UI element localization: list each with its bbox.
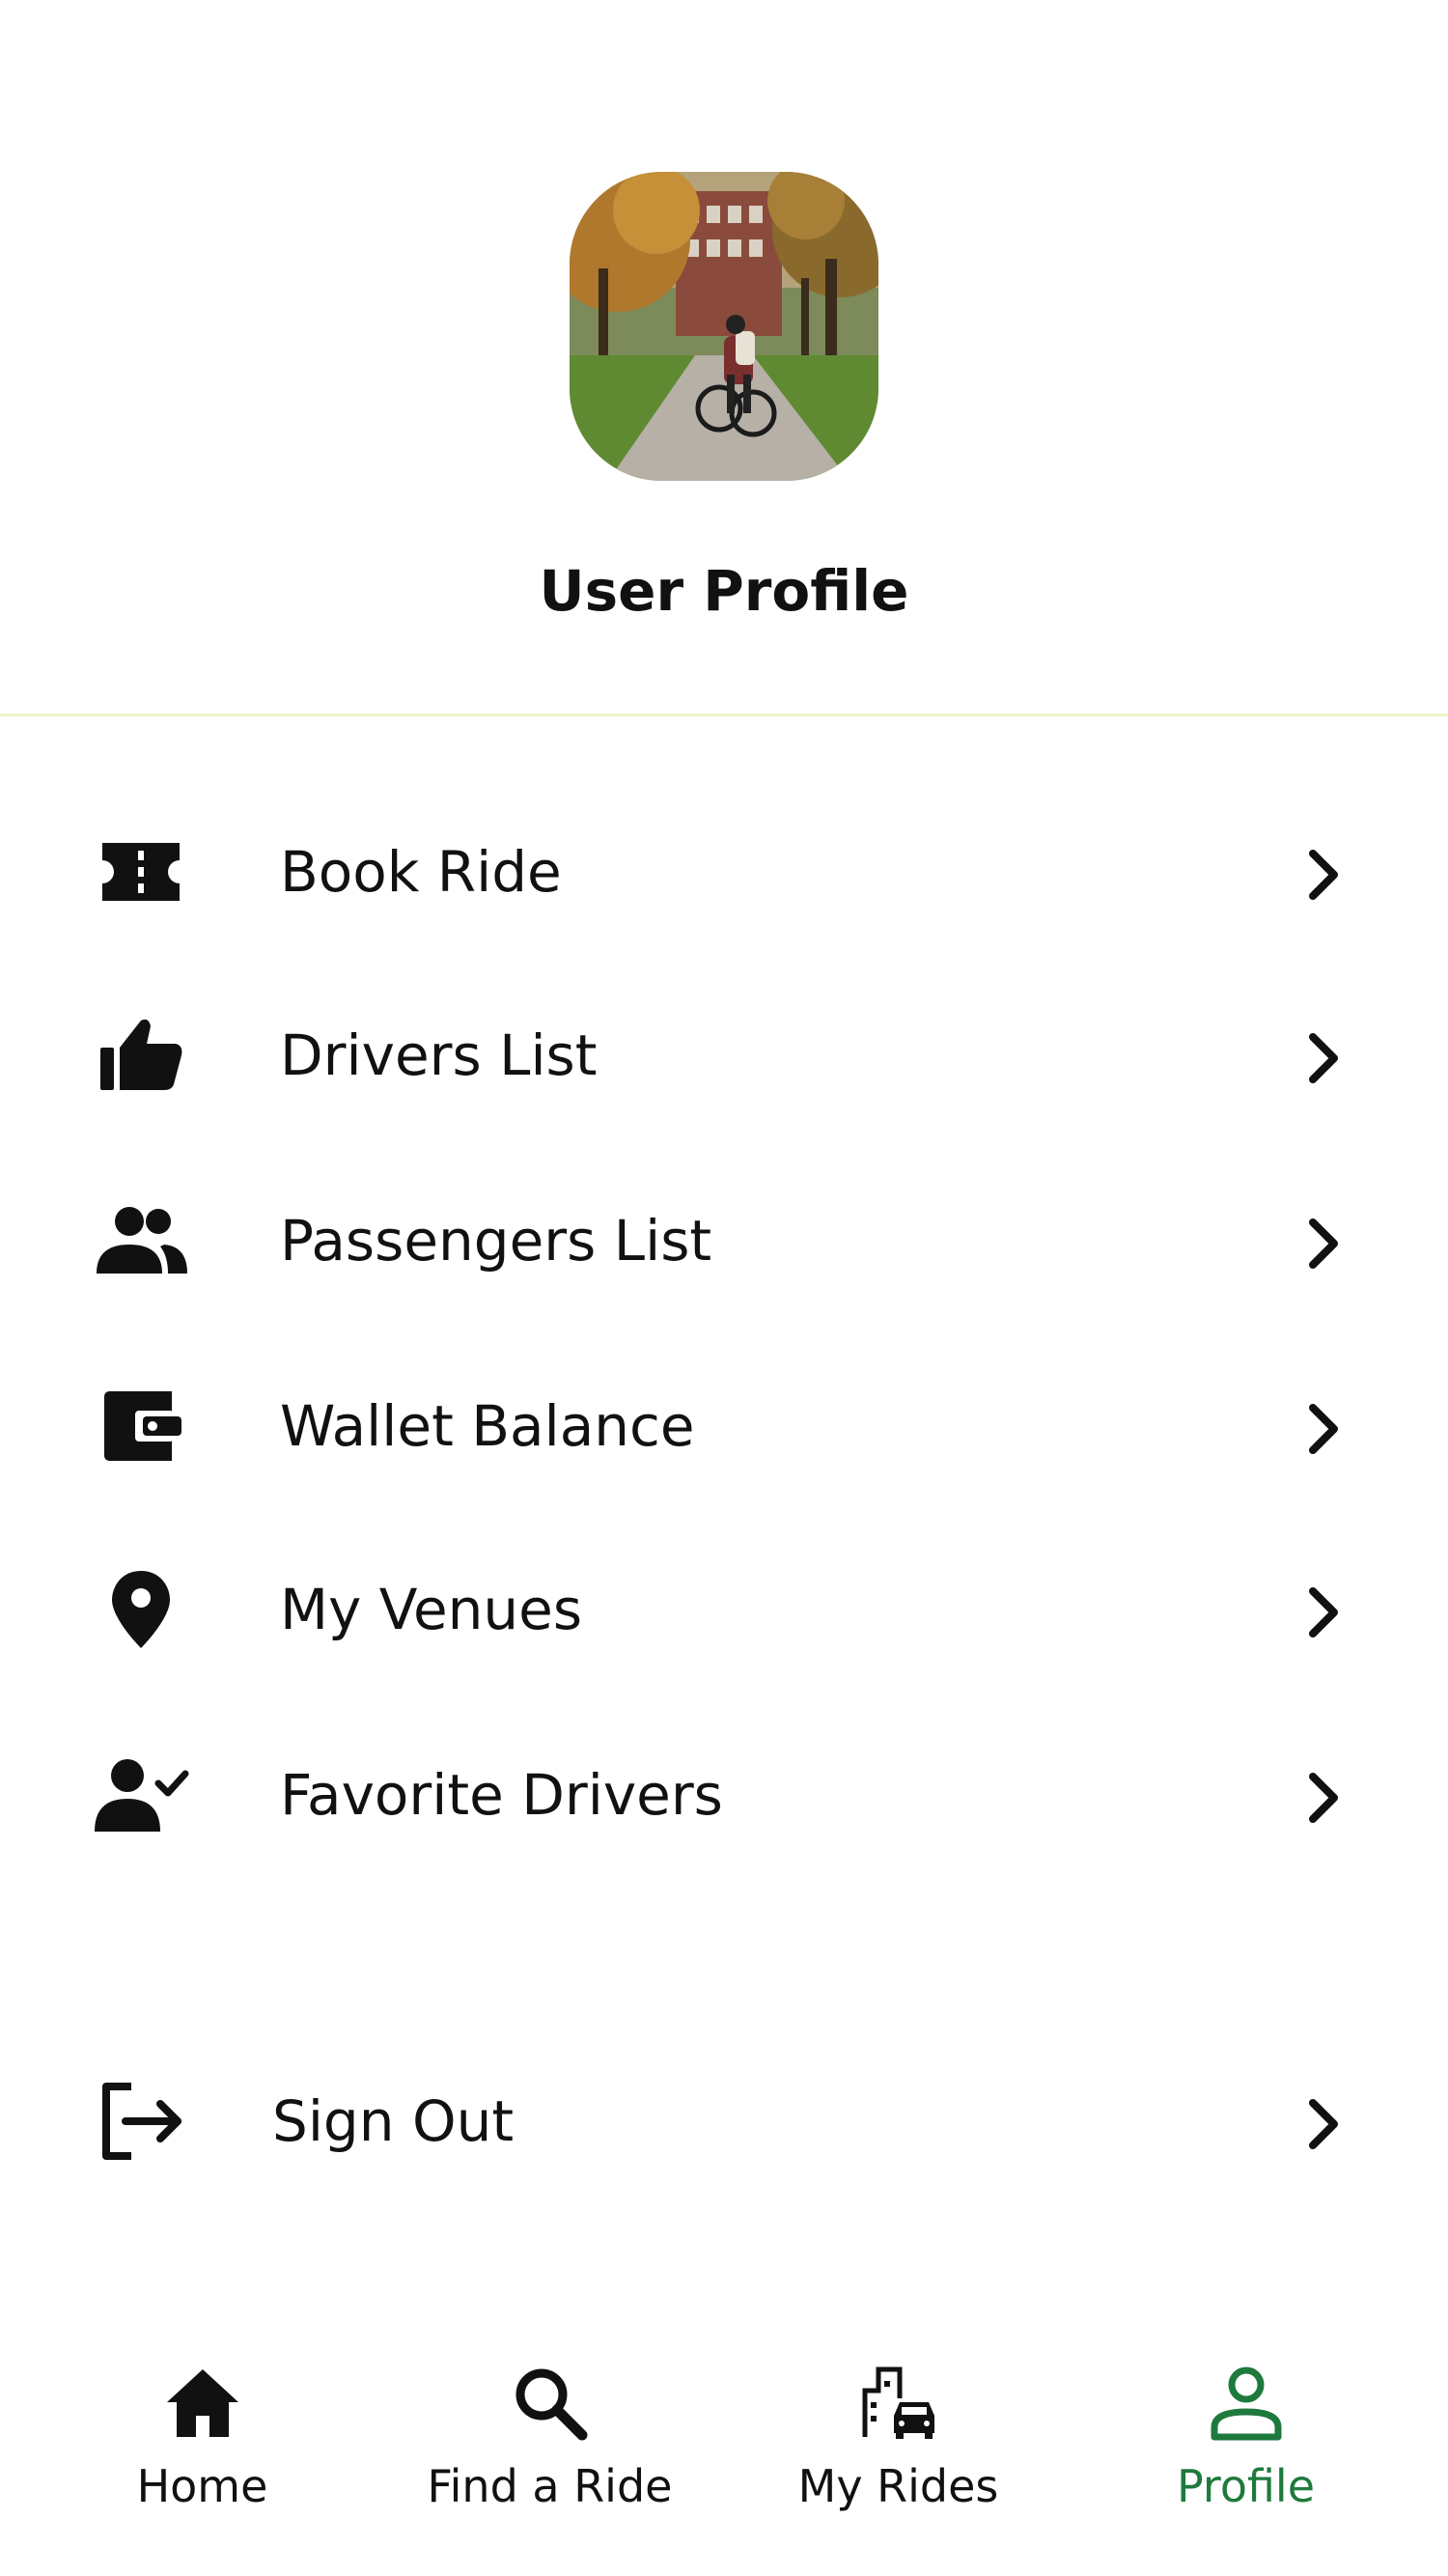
chevron-right-icon	[1305, 1029, 1344, 1087]
menu-item-label: Favorite Drivers	[280, 1762, 723, 1828]
location-pin-icon	[93, 1569, 189, 1650]
search-icon	[511, 2364, 590, 2443]
menu-item-favorite-drivers[interactable]: Favorite Drivers	[0, 1722, 1448, 1867]
nav-label: Home	[136, 2460, 268, 2512]
avatar[interactable]	[570, 172, 878, 481]
nav-label: My Rides	[797, 2460, 999, 2512]
nav-item-home[interactable]: Home	[21, 2337, 383, 2576]
avatar-photo	[570, 172, 878, 481]
thumbs-up-icon	[93, 1015, 189, 1096]
menu-item-label: Wallet Balance	[280, 1393, 695, 1459]
logout-icon	[93, 2081, 189, 2162]
chevron-right-icon	[1305, 1400, 1344, 1458]
home-icon	[163, 2364, 242, 2443]
nav-label: Find a Ride	[427, 2460, 673, 2512]
chevron-right-icon	[1305, 1215, 1344, 1273]
chevron-right-icon	[1305, 846, 1344, 904]
city-car-icon	[859, 2364, 938, 2443]
nav-item-profile[interactable]: Profile	[1065, 2337, 1427, 2576]
menu-item-label: Sign Out	[272, 2088, 515, 2154]
person-check-icon	[93, 1754, 189, 1835]
menu-item-passengers-list[interactable]: Passengers List	[0, 1168, 1448, 1313]
profile-header: User Profile	[0, 0, 1448, 716]
chevron-right-icon	[1305, 1769, 1344, 1827]
menu-item-my-venues[interactable]: My Venues	[0, 1537, 1448, 1682]
nav-label: Profile	[1176, 2460, 1316, 2512]
menu-item-drivers-list[interactable]: Drivers List	[0, 983, 1448, 1128]
chevron-right-icon	[1305, 1583, 1344, 1641]
page-title: User Profile	[539, 558, 909, 624]
menu-item-wallet-balance[interactable]: Wallet Balance	[0, 1354, 1448, 1498]
wallet-icon	[93, 1386, 189, 1467]
menu-item-label: Passengers List	[280, 1208, 712, 1274]
bottom-nav: Home Find a Ride My Rides Profile	[0, 2337, 1448, 2576]
nav-item-my-rides[interactable]: My Rides	[717, 2337, 1079, 2576]
menu-item-sign-out[interactable]: Sign Out	[0, 2049, 1448, 2194]
menu-item-label: Drivers List	[280, 1022, 598, 1088]
menu-item-label: My Venues	[280, 1577, 583, 1642]
ticket-icon	[93, 831, 189, 912]
chevron-right-icon	[1305, 2095, 1344, 2153]
menu-item-book-ride[interactable]: Book Ride	[0, 799, 1448, 944]
person-outline-icon	[1207, 2364, 1286, 2443]
menu-item-label: Book Ride	[280, 839, 562, 905]
people-icon	[93, 1200, 189, 1281]
nav-item-find-a-ride[interactable]: Find a Ride	[369, 2337, 731, 2576]
